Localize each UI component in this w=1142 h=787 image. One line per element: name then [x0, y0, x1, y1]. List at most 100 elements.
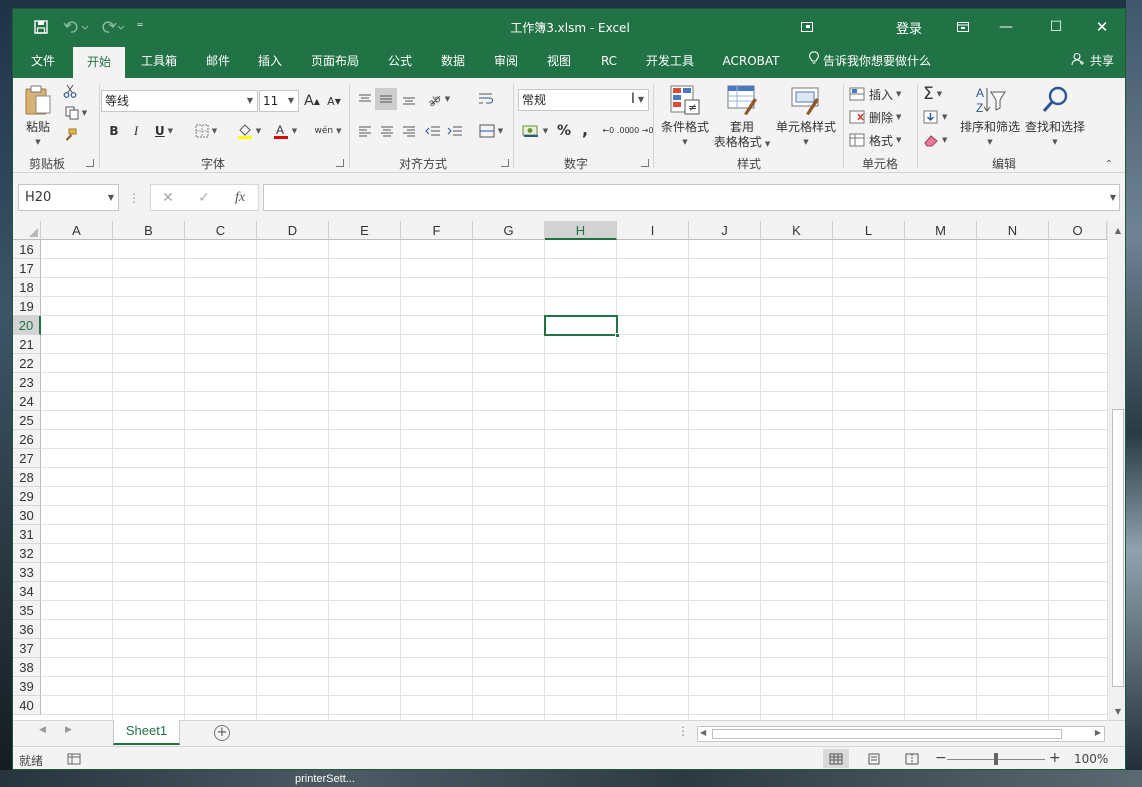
row-header[interactable]: 37: [13, 639, 41, 658]
sort-filter-button[interactable]: AZ 排序和筛选 ▼: [959, 84, 1021, 150]
formula-bar-grip-icon[interactable]: ⋮: [127, 184, 141, 211]
bold-button[interactable]: B: [105, 120, 123, 142]
format-cells-button[interactable]: 格式 ▼: [849, 130, 911, 150]
accounting-format-button[interactable]: ▼: [519, 120, 551, 142]
column-header[interactable]: O: [1049, 221, 1107, 240]
close-button[interactable]: ✕: [1079, 9, 1125, 45]
row-header[interactable]: 17: [13, 259, 41, 278]
tab-formulas[interactable]: 公式: [379, 45, 421, 78]
tab-developer[interactable]: 开发工具: [639, 45, 701, 78]
tell-me-search[interactable]: 告诉我你想要做什么: [809, 45, 931, 78]
align-left-icon[interactable]: [355, 120, 375, 142]
expand-formula-bar-icon[interactable]: ▼: [1110, 193, 1116, 202]
row-header[interactable]: 33: [13, 563, 41, 582]
tab-mailings[interactable]: 邮件: [195, 45, 241, 78]
column-header[interactable]: C: [185, 221, 257, 240]
column-header[interactable]: B: [113, 221, 185, 240]
collapse-ribbon-icon[interactable]: ⌃: [1101, 158, 1117, 170]
delete-cells-button[interactable]: 删除 ▼: [849, 107, 911, 127]
minimize-button[interactable]: —: [983, 9, 1029, 45]
row-header[interactable]: 40: [13, 696, 41, 715]
tab-insert[interactable]: 插入: [249, 45, 291, 78]
macro-record-icon[interactable]: [61, 749, 87, 768]
merge-center-button[interactable]: ▼: [475, 120, 507, 142]
ribbon-display-icon[interactable]: [795, 9, 819, 45]
scroll-down-icon[interactable]: ▼: [1110, 703, 1125, 719]
autosum-button[interactable]: Σ ▼: [923, 84, 957, 104]
maximize-button[interactable]: ☐: [1033, 9, 1079, 45]
wrap-text-icon[interactable]: [475, 88, 497, 110]
row-header[interactable]: 24: [13, 392, 41, 411]
select-all-button[interactable]: [13, 221, 41, 240]
column-header[interactable]: I: [617, 221, 689, 240]
cancel-entry-icon[interactable]: ✕: [155, 184, 181, 211]
row-header[interactable]: 22: [13, 354, 41, 373]
fill-button[interactable]: ▼: [923, 107, 957, 127]
insert-cells-button[interactable]: 插入 ▼: [849, 84, 911, 104]
underline-button[interactable]: U ▼: [149, 120, 179, 142]
format-as-table-button[interactable]: 套用 表格格式 ▼: [713, 84, 771, 152]
tab-review[interactable]: 审阅: [485, 45, 527, 78]
name-box[interactable]: H20 ▼: [18, 184, 119, 211]
row-header[interactable]: 32: [13, 544, 41, 563]
cell-grid[interactable]: [41, 240, 1107, 720]
row-header[interactable]: 29: [13, 487, 41, 506]
tab-splitter-icon[interactable]: ⋮: [677, 724, 689, 738]
zoom-out-button[interactable]: −: [935, 750, 947, 766]
align-bottom-icon[interactable]: [399, 88, 419, 110]
italic-button[interactable]: I: [127, 120, 145, 142]
clipboard-launcher-icon[interactable]: [86, 159, 94, 167]
ribbon-options-icon[interactable]: [943, 9, 983, 45]
increase-indent-icon[interactable]: [445, 120, 465, 142]
prev-sheet-icon[interactable]: ◀: [39, 725, 46, 735]
font-color-button[interactable]: A ▼: [269, 120, 301, 142]
column-header[interactable]: G: [473, 221, 545, 240]
insert-function-icon[interactable]: fx: [227, 184, 253, 211]
horizontal-scroll-thumb[interactable]: [712, 729, 1062, 739]
scroll-up-icon[interactable]: ▲: [1110, 222, 1125, 238]
alignment-launcher-icon[interactable]: [501, 159, 509, 167]
paste-button[interactable]: 粘贴 ▼: [21, 84, 55, 150]
row-header[interactable]: 31: [13, 525, 41, 544]
column-header[interactable]: F: [401, 221, 473, 240]
percent-button[interactable]: %: [555, 120, 573, 142]
zoom-level[interactable]: 100%: [1074, 752, 1108, 766]
row-header[interactable]: 34: [13, 582, 41, 601]
align-center-icon[interactable]: [377, 120, 397, 142]
row-header-selected[interactable]: 20: [13, 316, 41, 335]
normal-view-icon[interactable]: [823, 749, 849, 768]
align-right-icon[interactable]: [399, 120, 419, 142]
comma-style-button[interactable]: ,: [577, 118, 593, 140]
decrease-indent-icon[interactable]: [423, 120, 443, 142]
add-sheet-icon[interactable]: +: [214, 725, 230, 741]
vertical-scroll-thumb[interactable]: [1112, 409, 1124, 687]
column-header[interactable]: N: [977, 221, 1049, 240]
enter-entry-icon[interactable]: ✓: [191, 184, 217, 211]
sheet-tab[interactable]: Sheet1: [113, 720, 180, 745]
column-header[interactable]: K: [761, 221, 833, 240]
scroll-left-icon[interactable]: ◀: [700, 728, 706, 737]
scroll-right-icon[interactable]: ▶: [1095, 728, 1101, 737]
tab-file[interactable]: 文件: [21, 45, 65, 78]
find-select-button[interactable]: 查找和选择 ▼: [1023, 84, 1087, 150]
next-sheet-icon[interactable]: ▶: [65, 725, 72, 735]
number-launcher-icon[interactable]: [641, 159, 649, 167]
row-header[interactable]: 39: [13, 677, 41, 696]
font-size-combo[interactable]: 11 ▼: [259, 90, 299, 112]
shrink-font-button[interactable]: A ▼: [325, 90, 343, 112]
row-header[interactable]: 26: [13, 430, 41, 449]
fill-color-button[interactable]: ▼: [233, 120, 265, 142]
formula-input[interactable]: ▼: [263, 184, 1120, 211]
share-button[interactable]: 共享: [1071, 45, 1114, 78]
column-header[interactable]: M: [905, 221, 977, 240]
cut-icon[interactable]: [61, 82, 79, 100]
desktop-file-label[interactable]: printerSett...: [295, 773, 355, 785]
login-button[interactable]: 登录: [885, 9, 933, 45]
conditional-formatting-button[interactable]: ≠ 条件格式 ▼: [657, 84, 713, 150]
tab-toolbox[interactable]: 工具箱: [131, 45, 187, 78]
zoom-slider-thumb[interactable]: [994, 753, 998, 765]
row-header[interactable]: 36: [13, 620, 41, 639]
row-header[interactable]: 28: [13, 468, 41, 487]
decrease-decimal-button[interactable]: .00 →0: [626, 120, 653, 142]
align-top-icon[interactable]: [355, 88, 375, 110]
